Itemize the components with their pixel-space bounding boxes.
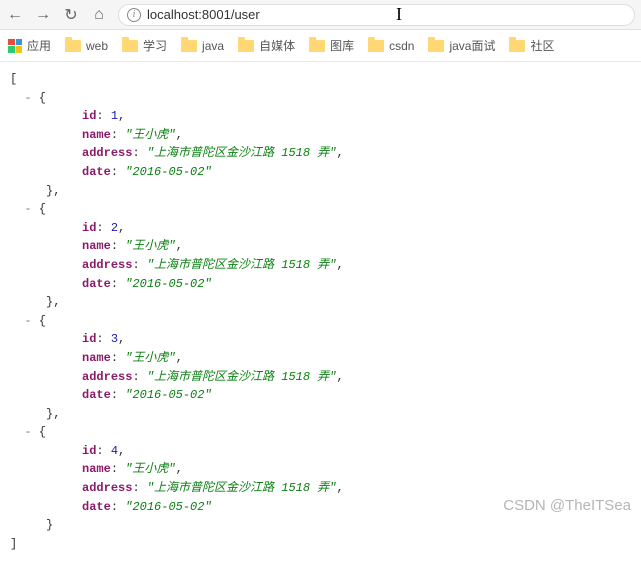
home-button[interactable]: ⌂: [90, 6, 108, 24]
json-field-date: date: "2016-05-02": [10, 163, 631, 182]
bookmark-label: 自媒体: [259, 37, 295, 54]
watermark: CSDN @TheITSea: [503, 497, 631, 514]
folder-icon: [509, 40, 525, 52]
bookmark-item[interactable]: java面试: [428, 37, 495, 54]
json-field-address: address: "上海市普陀区金沙江路 1518 弄",: [10, 256, 631, 275]
bookmark-label: java: [202, 39, 224, 53]
bookmark-item[interactable]: csdn: [368, 39, 414, 53]
json-field-id: id: 3,: [10, 330, 631, 349]
bookmark-label: 图库: [330, 37, 354, 54]
bookmark-item[interactable]: 自媒体: [238, 37, 295, 54]
bookmark-item[interactable]: 学习: [122, 37, 167, 54]
json-field-address: address: "上海市普陀区金沙江路 1518 弄",: [10, 368, 631, 387]
json-field-date: date: "2016-05-02": [10, 275, 631, 294]
json-field-address: address: "上海市普陀区金沙江路 1518 弄",: [10, 479, 631, 498]
folder-icon: [122, 40, 138, 52]
object-close: },: [10, 293, 631, 312]
apps-label: 应用: [27, 37, 51, 54]
back-button[interactable]: ←: [6, 6, 24, 24]
bookmark-item[interactable]: 社区: [509, 37, 554, 54]
object-close: },: [10, 182, 631, 201]
json-field-date: date: "2016-05-02": [10, 386, 631, 405]
bookmark-label: 社区: [530, 37, 554, 54]
bookmarks-bar: 应用 web 学习 java 自媒体 图库 csdn java面试 社区: [0, 30, 641, 62]
bookmark-item[interactable]: web: [65, 39, 108, 53]
url-text: localhost:8001/user: [147, 7, 260, 22]
object-open[interactable]: - {: [10, 423, 631, 442]
folder-icon: [238, 40, 254, 52]
object-open[interactable]: - {: [10, 89, 631, 108]
folder-icon: [309, 40, 325, 52]
object-open[interactable]: - {: [10, 200, 631, 219]
apps-button[interactable]: 应用: [8, 37, 51, 54]
json-field-name: name: "王小虎",: [10, 349, 631, 368]
folder-icon: [368, 40, 384, 52]
folder-icon: [428, 40, 444, 52]
forward-button[interactable]: →: [34, 6, 52, 24]
json-field-id: id: 4,: [10, 442, 631, 461]
bookmark-label: csdn: [389, 39, 414, 53]
site-info-icon[interactable]: i: [127, 8, 141, 22]
folder-icon: [65, 40, 81, 52]
text-cursor-icon: I: [396, 4, 402, 25]
apps-icon: [8, 39, 22, 53]
bracket-open: [: [10, 70, 631, 89]
bookmark-label: java面试: [449, 37, 495, 54]
object-open[interactable]: - {: [10, 312, 631, 331]
reload-button[interactable]: ↻: [62, 5, 80, 25]
json-field-address: address: "上海市普陀区金沙江路 1518 弄",: [10, 144, 631, 163]
bracket-close: ]: [10, 535, 631, 554]
json-field-id: id: 2,: [10, 219, 631, 238]
bookmark-item[interactable]: 图库: [309, 37, 354, 54]
browser-toolbar: ← → ↻ ⌂ i localhost:8001/user: [0, 0, 641, 30]
folder-icon: [181, 40, 197, 52]
bookmark-label: 学习: [143, 37, 167, 54]
object-close: },: [10, 405, 631, 424]
json-field-name: name: "王小虎",: [10, 460, 631, 479]
bookmark-label: web: [86, 39, 108, 53]
json-field-id: id: 1,: [10, 107, 631, 126]
bookmark-item[interactable]: java: [181, 39, 224, 53]
json-viewer: [ - { id: 1, name: "王小虎", address: "上海市普…: [0, 62, 641, 561]
address-bar[interactable]: i localhost:8001/user: [118, 4, 635, 26]
json-field-name: name: "王小虎",: [10, 237, 631, 256]
object-close: }: [10, 516, 631, 535]
json-field-name: name: "王小虎",: [10, 126, 631, 145]
